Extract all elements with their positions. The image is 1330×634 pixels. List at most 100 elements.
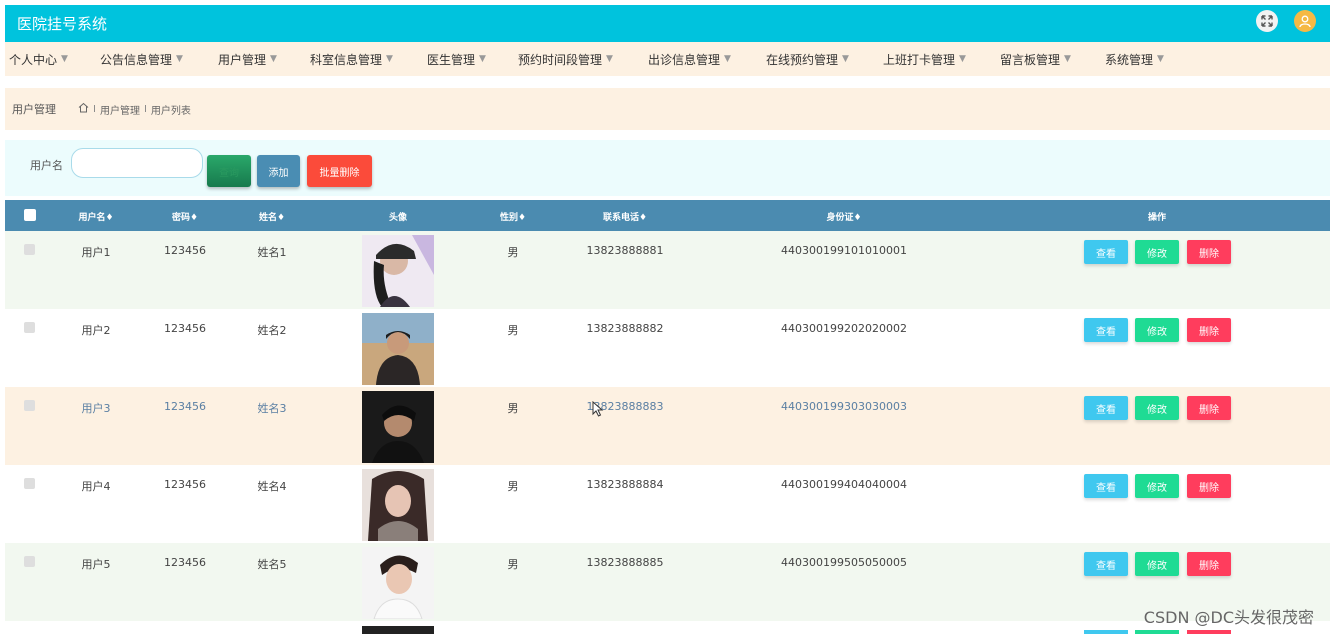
select-all-checkbox[interactable]	[24, 209, 36, 221]
search-button[interactable]: 查询	[207, 155, 251, 187]
view-button[interactable]: 查看	[1084, 552, 1128, 576]
breadcrumb-link-user-management[interactable]: 用户管理	[100, 102, 140, 117]
watermark-text: CSDN @DC头发很茂密	[1143, 608, 1314, 627]
view-button[interactable]	[1084, 630, 1128, 634]
column-header-phone[interactable]: 联系电话♦	[603, 210, 647, 223]
caret-down-icon: ▼	[1064, 54, 1071, 64]
cell-password: 123456	[164, 556, 206, 569]
menu-item-timeslot-management[interactable]: 预约时间段管理 ▼	[518, 51, 613, 68]
view-button[interactable]: 查看	[1084, 396, 1128, 420]
cell-id-card: 440300199404040004	[781, 478, 907, 491]
edit-button[interactable]	[1135, 630, 1179, 634]
cell-password: 123456	[164, 244, 206, 257]
user-avatar-icon[interactable]	[1294, 10, 1316, 32]
cell-password: 123456	[164, 400, 206, 413]
menu-item-checkin-management[interactable]: 上班打卡管理 ▼	[883, 51, 966, 68]
edit-button[interactable]: 修改	[1135, 552, 1179, 576]
fullscreen-icon[interactable]	[1256, 10, 1278, 32]
menu-item-department-management[interactable]: 科室信息管理 ▼	[310, 51, 393, 68]
cell-name: 姓名2	[257, 324, 287, 337]
cell-phone: 13823888881	[586, 244, 664, 257]
menu-item-personal-center[interactable]: 个人中心 ▼	[9, 51, 68, 68]
column-header-password[interactable]: 密码♦	[172, 210, 198, 223]
menu-label: 留言板管理	[1000, 52, 1061, 67]
add-button[interactable]: 添加	[257, 155, 300, 187]
mouse-cursor-icon	[592, 400, 604, 421]
menu-item-clinic-schedule-management[interactable]: 出诊信息管理 ▼	[648, 51, 731, 68]
menu-item-user-management[interactable]: 用户管理 ▼	[218, 51, 277, 68]
row-checkbox[interactable]	[24, 322, 35, 333]
table-row: 用户1 123456 姓名1 男 13823888881 44030019910…	[5, 231, 1330, 309]
caret-down-icon: ▼	[842, 54, 849, 64]
caret-down-icon: ▼	[959, 54, 966, 64]
cell-gender: 男	[507, 246, 519, 259]
user-avatar-image	[362, 313, 434, 385]
home-icon[interactable]	[78, 102, 89, 116]
row-checkbox[interactable]	[24, 556, 35, 567]
delete-button[interactable]	[1187, 630, 1231, 634]
breadcrumb-separator: I	[143, 103, 147, 115]
delete-button[interactable]: 删除	[1187, 474, 1231, 498]
column-header-gender[interactable]: 性别♦	[500, 210, 526, 223]
caret-down-icon: ▼	[270, 54, 277, 64]
row-checkbox[interactable]	[24, 244, 35, 255]
page-section-title: 用户管理	[12, 103, 56, 116]
cell-phone: 13823888882	[586, 322, 664, 335]
user-avatar-image	[362, 626, 434, 634]
table-header: 用户名♦ 密码♦ 姓名♦ 头像 性别♦ 联系电话♦ 身份证♦ 操作	[5, 200, 1330, 231]
row-checkbox[interactable]	[24, 400, 35, 411]
cell-name: 姓名3	[257, 402, 287, 415]
menu-item-online-booking-management[interactable]: 在线预约管理 ▼	[766, 51, 849, 68]
cell-id-card: 440300199303030003	[781, 400, 907, 413]
menu-label: 在线预约管理	[766, 52, 839, 67]
cell-password: 123456	[164, 478, 206, 491]
delete-button[interactable]: 删除	[1187, 240, 1231, 264]
caret-down-icon: ▼	[61, 54, 68, 64]
menu-item-notice-management[interactable]: 公告信息管理 ▼	[100, 51, 183, 68]
user-avatar-image	[362, 391, 434, 463]
username-search-input[interactable]	[71, 148, 203, 178]
menu-label: 医生管理	[427, 52, 476, 67]
menu-item-doctor-management[interactable]: 医生管理 ▼	[427, 51, 486, 68]
row-checkbox[interactable]	[24, 478, 35, 489]
cell-id-card: 440300199505050005	[781, 556, 907, 569]
menu-label: 用户管理	[218, 52, 267, 67]
edit-button[interactable]: 修改	[1135, 318, 1179, 342]
batch-delete-button[interactable]: 批量删除	[307, 155, 372, 187]
view-button[interactable]: 查看	[1084, 318, 1128, 342]
column-header-avatar: 头像	[388, 213, 408, 223]
menu-label: 上班打卡管理	[883, 52, 956, 67]
menu-item-message-board-management[interactable]: 留言板管理 ▼	[1000, 51, 1071, 68]
delete-button[interactable]: 删除	[1187, 396, 1231, 420]
edit-button[interactable]: 修改	[1135, 396, 1179, 420]
caret-down-icon: ▼	[1157, 54, 1164, 64]
cell-gender: 男	[507, 402, 519, 415]
menu-item-system-management[interactable]: 系统管理 ▼	[1105, 51, 1164, 68]
table-row: 用户2 123456 姓名2 男 13823888882 44030019920…	[5, 309, 1330, 387]
user-avatar-image	[362, 547, 434, 619]
cell-phone: 13823888884	[586, 478, 664, 491]
column-header-actions: 操作	[1147, 213, 1167, 223]
caret-down-icon: ▼	[606, 54, 613, 64]
breadcrumb-bar: 用户管理 I 用户管理 I 用户列表	[5, 88, 1330, 130]
cell-username: 用户4	[81, 480, 111, 493]
cell-phone: 13823888885	[586, 556, 664, 569]
menu-label: 系统管理	[1105, 52, 1154, 67]
delete-button[interactable]: 删除	[1187, 318, 1231, 342]
cell-password: 123456	[164, 322, 206, 335]
view-button[interactable]: 查看	[1084, 474, 1128, 498]
column-header-username[interactable]: 用户名♦	[78, 210, 113, 223]
edit-button[interactable]: 修改	[1135, 474, 1179, 498]
cell-name: 姓名4	[257, 480, 287, 493]
user-avatar-image	[362, 235, 434, 307]
cell-username: 用户3	[81, 402, 111, 415]
view-button[interactable]: 查看	[1084, 240, 1128, 264]
column-header-id-card[interactable]: 身份证♦	[826, 210, 861, 223]
edit-button[interactable]: 修改	[1135, 240, 1179, 264]
menu-label: 个人中心	[9, 52, 58, 67]
cell-name: 姓名5	[257, 558, 287, 571]
column-header-name[interactable]: 姓名♦	[259, 210, 285, 223]
delete-button[interactable]: 删除	[1187, 552, 1231, 576]
table-row: 用户4 123456 姓名4 男 13823888884 44030019940…	[5, 465, 1330, 543]
breadcrumb-separator: I	[93, 103, 96, 115]
